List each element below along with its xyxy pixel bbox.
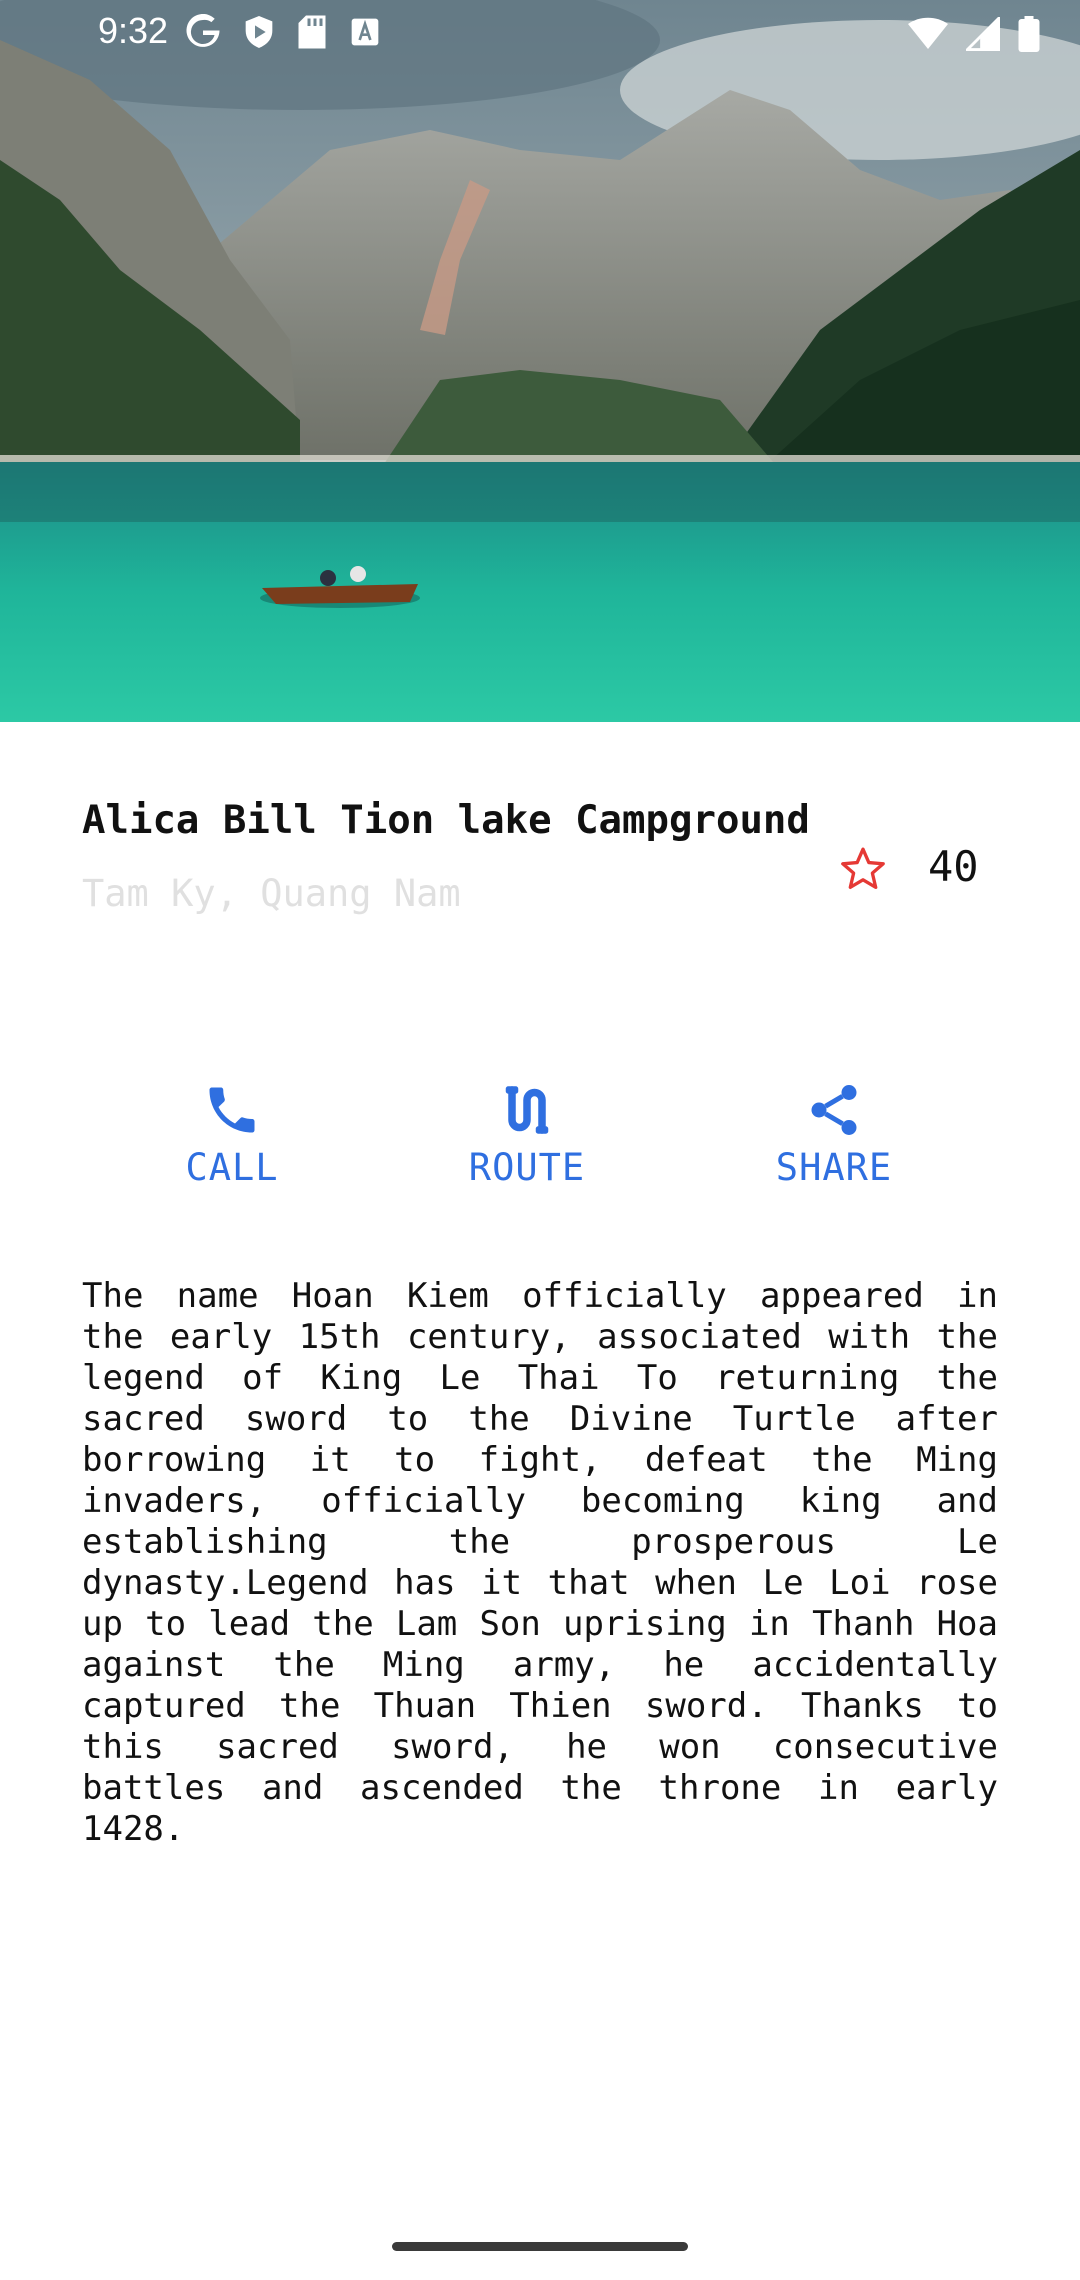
rating-count: 40: [928, 842, 979, 891]
phone-icon: [202, 1080, 262, 1140]
google-icon: [185, 13, 221, 54]
place-location: Tam Ky, Quang Nam: [82, 872, 461, 915]
place-title: Alica Bill Tion lake Campground: [82, 798, 810, 843]
status-time: 9:32: [98, 10, 169, 51]
route-button[interactable]: ROUTE: [407, 1080, 647, 1210]
share-button[interactable]: SHARE: [714, 1080, 954, 1210]
shield-play-icon: [243, 14, 275, 54]
share-icon: [804, 1080, 864, 1140]
star-outline-icon[interactable]: [838, 844, 888, 894]
battery-icon: [1018, 16, 1040, 56]
hero-image: [0, 0, 1080, 722]
route-icon: [497, 1080, 557, 1140]
route-label: ROUTE: [468, 1146, 586, 1189]
call-button[interactable]: CALL: [112, 1080, 352, 1210]
home-indicator[interactable]: [392, 2242, 688, 2251]
sd-card-icon: [297, 14, 327, 54]
share-label: SHARE: [775, 1146, 893, 1189]
signal-icon: [963, 14, 1000, 55]
status-bar: 9:32: [0, 0, 1080, 66]
call-label: CALL: [185, 1146, 279, 1189]
place-description: The name Hoan Kiem officially appeared i…: [82, 1276, 998, 1849]
a-box-icon: [349, 16, 381, 52]
wifi-icon: [908, 17, 948, 55]
